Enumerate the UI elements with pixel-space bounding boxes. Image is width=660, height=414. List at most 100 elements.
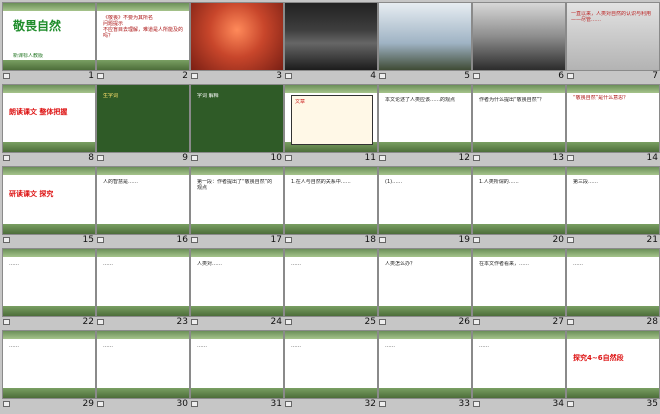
slide-10[interactable]: 字词 解释 10 <box>190 84 284 166</box>
slide-6[interactable]: 6 <box>472 2 566 84</box>
slide-thumbnail[interactable]: 1.人类所谓的…… <box>472 166 566 235</box>
slide-thumbnail[interactable]: 在本文作者看来，…… <box>472 248 566 317</box>
slide-text: 人类对…… <box>197 261 223 267</box>
slide-14[interactable]: “敬畏自然”是什么意思？ 14 <box>566 84 660 166</box>
slide-29[interactable]: …… 29 <box>2 330 96 412</box>
slide-icon <box>473 319 480 325</box>
slide-thumbnail[interactable]: 敬畏自然 新课标人教版 <box>2 2 96 71</box>
slide-number: 31 <box>270 399 282 409</box>
slide-icon <box>3 401 10 407</box>
slide-22[interactable]: …… 22 <box>2 248 96 330</box>
slide-icon <box>97 319 104 325</box>
slide-icon <box>379 237 386 243</box>
slide-24[interactable]: 人类对…… 24 <box>190 248 284 330</box>
slide-12[interactable]: 本文论述了人类应该……的观点 12 <box>378 84 472 166</box>
slide-20[interactable]: 1.人类所谓的…… 20 <box>472 166 566 248</box>
slide-15[interactable]: 研读课文 探究 15 <box>2 166 96 248</box>
slide-text: …… <box>385 343 395 349</box>
slide-thumbnail[interactable]: 字词 解释 <box>190 84 284 153</box>
slide-8[interactable]: 朗读课文 整体把握 8 <box>2 84 96 166</box>
slide-icon <box>285 401 292 407</box>
slide-32[interactable]: …… 32 <box>284 330 378 412</box>
slide-thumbnail[interactable]: …… <box>2 248 96 317</box>
slide-thumbnail[interactable]: …… <box>284 248 378 317</box>
slide-thumbnail[interactable]: …… <box>566 248 660 317</box>
slide-9[interactable]: 生字词 9 <box>96 84 190 166</box>
slide-number: 23 <box>176 317 188 327</box>
slide-3[interactable]: 3 <box>190 2 284 84</box>
slide-thumbnail[interactable]: 第三段…… <box>566 166 660 235</box>
slide-35[interactable]: 探究4~6自然段 35 <box>566 330 660 412</box>
slide-thumbnail[interactable]: 《敬畏》不要为其所名 问题提示 不应盲目去理解，难道是人所能及的吗？ <box>96 2 190 71</box>
slide-text: …… <box>103 261 113 267</box>
slide-25[interactable]: …… 25 <box>284 248 378 330</box>
slide-icon <box>379 401 386 407</box>
slide-thumbnail[interactable]: 第一段：作者提出了“敬畏自然”的观点 <box>190 166 284 235</box>
slide-7[interactable]: 一直以来，人类对自然的认识与利用 ——尽管…… 7 <box>566 2 660 84</box>
slide-icon <box>191 155 198 161</box>
slide-thumbnail[interactable]: 探究4~6自然段 <box>566 330 660 399</box>
slide-26[interactable]: 人类怎么办？ 26 <box>378 248 472 330</box>
slide-number: 15 <box>82 235 94 245</box>
slide-30[interactable]: …… 30 <box>96 330 190 412</box>
slide-thumbnail[interactable]: 人类怎么办？ <box>378 248 472 317</box>
slide-thumbnail[interactable]: 作者为什么提出“敬畏自然”？ <box>472 84 566 153</box>
slide-thumbnail[interactable]: …… <box>96 330 190 399</box>
slide-text: …… <box>103 343 113 349</box>
slide-4[interactable]: 4 <box>284 2 378 84</box>
slide-thumbnail[interactable]: “敬畏自然”是什么意思？ <box>566 84 660 153</box>
slide-thumbnail[interactable] <box>378 2 472 71</box>
slide-23[interactable]: …… 23 <box>96 248 190 330</box>
slide-thumbnail[interactable]: 本文论述了人类应该……的观点 <box>378 84 472 153</box>
slide-title: 敬畏自然 <box>13 19 62 33</box>
slide-number: 26 <box>458 317 470 327</box>
slide-sorter: 敬畏自然 新课标人教版 1 《敬畏》不要为其所名 问题提示 不应盲目去理解，难道… <box>0 0 660 414</box>
slide-text: …… <box>9 343 19 349</box>
slide-2[interactable]: 《敬畏》不要为其所名 问题提示 不应盲目去理解，难道是人所能及的吗？ 2 <box>96 2 190 84</box>
slide-thumbnail[interactable]: 1.在人与自然的关系中…… <box>284 166 378 235</box>
slide-thumbnail[interactable]: 朗读课文 整体把握 <box>2 84 96 153</box>
slide-thumbnail[interactable]: 人的智慧是…… <box>96 166 190 235</box>
slide-subtitle: 新课标人教版 <box>13 53 44 59</box>
slide-number: 32 <box>364 399 376 409</box>
slide-thumbnail[interactable]: 一直以来，人类对自然的认识与利用 ——尽管…… <box>566 2 660 71</box>
slide-icon <box>379 155 386 161</box>
slide-text: 1.在人与自然的关系中…… <box>291 179 351 185</box>
slide-icon <box>3 319 10 325</box>
slide-thumbnail[interactable]: 人类对…… <box>190 248 284 317</box>
slide-5[interactable]: 5 <box>378 2 472 84</box>
slide-icon <box>3 155 10 161</box>
slide-icon <box>97 401 104 407</box>
slide-1[interactable]: 敬畏自然 新课标人教版 1 <box>2 2 96 84</box>
slide-21[interactable]: 第三段…… 21 <box>566 166 660 248</box>
slide-thumbnail[interactable]: …… <box>472 330 566 399</box>
slide-thumbnail[interactable]: 文章 <box>284 84 378 153</box>
slide-19[interactable]: (1)…… 19 <box>378 166 472 248</box>
slide-thumbnail[interactable]: …… <box>284 330 378 399</box>
slide-thumbnail[interactable]: …… <box>378 330 472 399</box>
slide-icon <box>567 73 574 79</box>
slide-thumbnail[interactable]: …… <box>96 248 190 317</box>
slide-thumbnail[interactable] <box>472 2 566 71</box>
slide-33[interactable]: …… 33 <box>378 330 472 412</box>
slide-text: “敬畏自然”是什么意思？ <box>573 95 629 101</box>
slide-number: 29 <box>82 399 94 409</box>
slide-11[interactable]: 文章 11 <box>284 84 378 166</box>
slide-number: 12 <box>458 153 470 163</box>
slide-31[interactable]: …… 31 <box>190 330 284 412</box>
slide-28[interactable]: …… 28 <box>566 248 660 330</box>
slide-27[interactable]: 在本文作者看来，…… 27 <box>472 248 566 330</box>
slide-18[interactable]: 1.在人与自然的关系中…… 18 <box>284 166 378 248</box>
slide-13[interactable]: 作者为什么提出“敬畏自然”？ 13 <box>472 84 566 166</box>
slide-thumbnail[interactable]: 研读课文 探究 <box>2 166 96 235</box>
slide-icon <box>379 319 386 325</box>
slide-thumbnail[interactable]: …… <box>190 330 284 399</box>
slide-thumbnail[interactable] <box>190 2 284 71</box>
slide-thumbnail[interactable]: 生字词 <box>96 84 190 153</box>
slide-thumbnail[interactable] <box>284 2 378 71</box>
slide-thumbnail[interactable]: …… <box>2 330 96 399</box>
slide-16[interactable]: 人的智慧是…… 16 <box>96 166 190 248</box>
slide-34[interactable]: …… 34 <box>472 330 566 412</box>
slide-thumbnail[interactable]: (1)…… <box>378 166 472 235</box>
slide-17[interactable]: 第一段：作者提出了“敬畏自然”的观点 17 <box>190 166 284 248</box>
